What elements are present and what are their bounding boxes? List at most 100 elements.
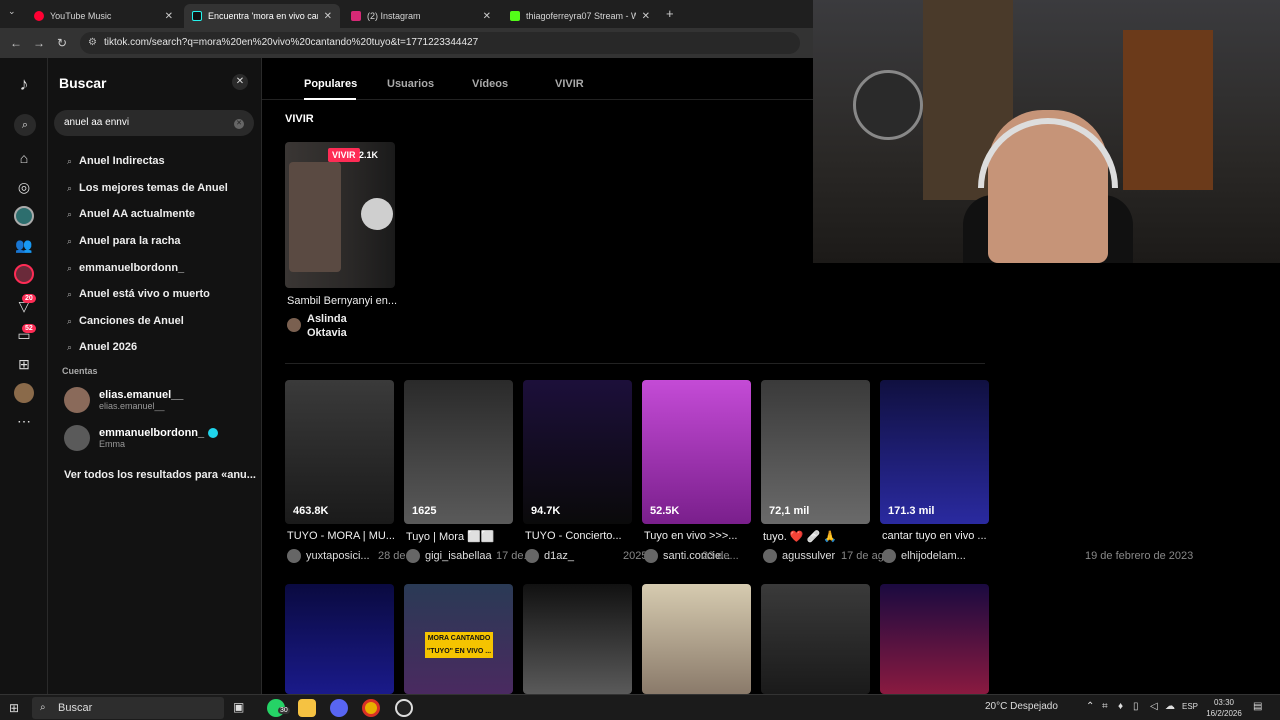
cloud-icon[interactable]: ☁ [1165, 701, 1175, 712]
video-card[interactable]: 463.8K [285, 380, 394, 524]
more-icon[interactable]: ⋯ [14, 411, 34, 431]
search-panel: Buscar ✕ anuel aa ennvi ✕ ⌕ Anuel Indirec… [48, 58, 262, 694]
friends-icon[interactable]: 👥 [14, 235, 34, 255]
video-title[interactable]: TUYO - MORA | MU... [287, 530, 396, 542]
explore-icon[interactable]: ◎ [14, 177, 34, 197]
video-card[interactable] [285, 584, 394, 694]
suggestion-item[interactable]: ⌕ Anuel para la racha [67, 235, 181, 247]
video-title[interactable]: Tuyo en vivo >>>... [644, 530, 753, 542]
live-badge: VIVIR [328, 148, 360, 162]
video-author[interactable]: agussulver [782, 550, 835, 562]
tab-vivir[interactable]: VIVIR [555, 78, 584, 90]
browser-tab-youtube-music[interactable]: YouTube Music ✕ [26, 4, 181, 28]
weather-widget[interactable]: 20°C Despejado [985, 701, 1058, 712]
file-explorer-icon[interactable] [298, 699, 316, 717]
chevron-up-icon[interactable]: ⌃ [1086, 701, 1094, 712]
video-author[interactable]: gigi_isabellaa [425, 550, 492, 562]
see-all-results-link[interactable]: Ver todos los resultados para «anu... [64, 469, 256, 481]
suggestion-item[interactable]: ⌕ Anuel está vivo o muerto [67, 288, 210, 300]
close-icon[interactable]: ✕ [232, 74, 248, 90]
close-tab-icon[interactable]: ✕ [483, 11, 491, 22]
windows-start-icon[interactable]: ⊞ [9, 701, 19, 715]
close-tab-icon[interactable]: ✕ [165, 11, 173, 22]
address-bar[interactable]: ⚙ tiktok.com/search?q=mora%20en%20vivo%2… [80, 32, 800, 54]
video-date: 23 de... [702, 550, 739, 562]
tab-list-icon[interactable]: ⌄ [8, 6, 16, 17]
account-result[interactable]: emmanuelbordonn_ Emma [64, 425, 219, 451]
search-icon: ⌕ [67, 182, 73, 193]
avatar [406, 549, 420, 563]
tab-videos[interactable]: Vídeos [472, 78, 508, 90]
close-tab-icon[interactable]: ✕ [324, 11, 332, 22]
live-stream-card[interactable]: VIVIR 2.1K [285, 142, 395, 288]
reload-icon[interactable]: ↻ [57, 36, 67, 50]
suggestion-item[interactable]: ⌕ Anuel AA actualmente [67, 208, 195, 220]
language-indicator[interactable]: ESP [1182, 702, 1198, 711]
tiktok-logo-icon[interactable]: ♪ [14, 74, 34, 94]
video-title[interactable]: Tuyo | Mora ⬜⬜ [406, 530, 515, 543]
profile-avatar-icon[interactable] [14, 383, 34, 403]
back-icon[interactable]: ← [10, 36, 22, 50]
chrome-icon[interactable] [362, 699, 380, 717]
account-name: elias.emanuel__ [99, 389, 184, 401]
video-author[interactable]: d1az_ [544, 550, 574, 562]
account-result[interactable]: elias.emanuel__ elias.emanuel__ [64, 387, 183, 413]
discord-icon[interactable] [330, 699, 348, 717]
video-card[interactable]: 1625 [404, 380, 513, 524]
clock[interactable]: 03:30 16/2/2026 [1204, 697, 1244, 719]
live-title[interactable]: Sambil Bernyanyi en... [287, 295, 397, 307]
live-author[interactable]: Aslinda Oktavia [307, 312, 367, 340]
tab-title: YouTube Music [50, 11, 112, 21]
video-card[interactable] [761, 584, 870, 694]
close-tab-icon[interactable]: ✕ [642, 11, 650, 22]
suggestion-item[interactable]: ⌕ Los mejores temas de Anuel [67, 182, 228, 194]
guest-avatar [361, 198, 393, 230]
taskbar-search-label: Buscar [58, 702, 93, 714]
site-info-icon[interactable]: ⚙ [88, 32, 97, 54]
browser-tab-instagram[interactable]: (2) Instagram ✕ [343, 4, 499, 28]
suggestion-item[interactable]: ⌕ Canciones de Anuel [67, 315, 184, 327]
video-card[interactable]: 94.7K [523, 380, 632, 524]
tab-populares[interactable]: Populares [304, 78, 357, 90]
video-card[interactable] [642, 584, 751, 694]
video-title[interactable]: tuyo. ❤️ 🩹 🙏 [763, 530, 872, 543]
video-card[interactable] [880, 584, 989, 694]
following-avatar-icon[interactable] [14, 206, 34, 226]
video-title[interactable]: TUYO - Concierto... [525, 530, 634, 542]
tab-usuarios[interactable]: Usuarios [387, 78, 434, 90]
network-icon[interactable]: ⌗ [1102, 701, 1108, 712]
video-author[interactable]: yuxtaposici... [306, 550, 370, 562]
suggestion-label: Anuel para la racha [79, 235, 181, 247]
battery-icon[interactable]: ▯ [1133, 701, 1139, 712]
verified-icon [208, 428, 219, 439]
volume-icon[interactable]: ◁ [1150, 701, 1158, 712]
youtube-music-icon [34, 11, 44, 21]
browser-tab-kick[interactable]: thiagoferreyra07 Stream - Wat ✕ [502, 4, 658, 28]
avatar [525, 549, 539, 563]
suggestion-item[interactable]: ⌕ Anuel Indirectas [67, 155, 165, 167]
live-avatar-icon[interactable] [14, 264, 34, 284]
taskbar-search[interactable]: ⌕ Buscar [32, 697, 224, 719]
task-view-icon[interactable]: ▣ [233, 700, 244, 714]
clock-time: 03:30 [1213, 698, 1235, 707]
notifications-icon[interactable]: ▤ [1253, 701, 1262, 712]
suggestion-item[interactable]: ⌕ emmanuelbordonn_ [67, 262, 184, 274]
video-card[interactable] [523, 584, 632, 694]
video-card[interactable]: 52.5K [642, 380, 751, 524]
search-input[interactable]: anuel aa ennvi [54, 110, 254, 136]
microphone-icon[interactable]: ♦ [1118, 701, 1123, 712]
obs-icon[interactable] [395, 699, 413, 717]
suggestion-item[interactable]: ⌕ Anuel 2026 [67, 341, 137, 353]
clear-input-icon[interactable]: ✕ [234, 119, 244, 129]
new-tab-button[interactable]: + [666, 6, 674, 21]
home-icon[interactable]: ⌂ [14, 148, 34, 168]
video-author[interactable]: elhijodelam... [901, 550, 966, 562]
search-icon: ⌕ [67, 315, 73, 326]
upload-icon[interactable]: ⊞ [14, 354, 34, 374]
search-icon[interactable]: ⌕ [14, 114, 36, 136]
video-card[interactable]: 72,1 mil [761, 380, 870, 524]
video-card[interactable]: 171.3 mil [880, 380, 989, 524]
video-title[interactable]: cantar tuyo en vivo ... [882, 530, 991, 542]
browser-tab-tiktok[interactable]: Encuentra 'mora en vivo cantan ✕ [184, 4, 340, 28]
forward-icon[interactable]: → [33, 36, 45, 50]
